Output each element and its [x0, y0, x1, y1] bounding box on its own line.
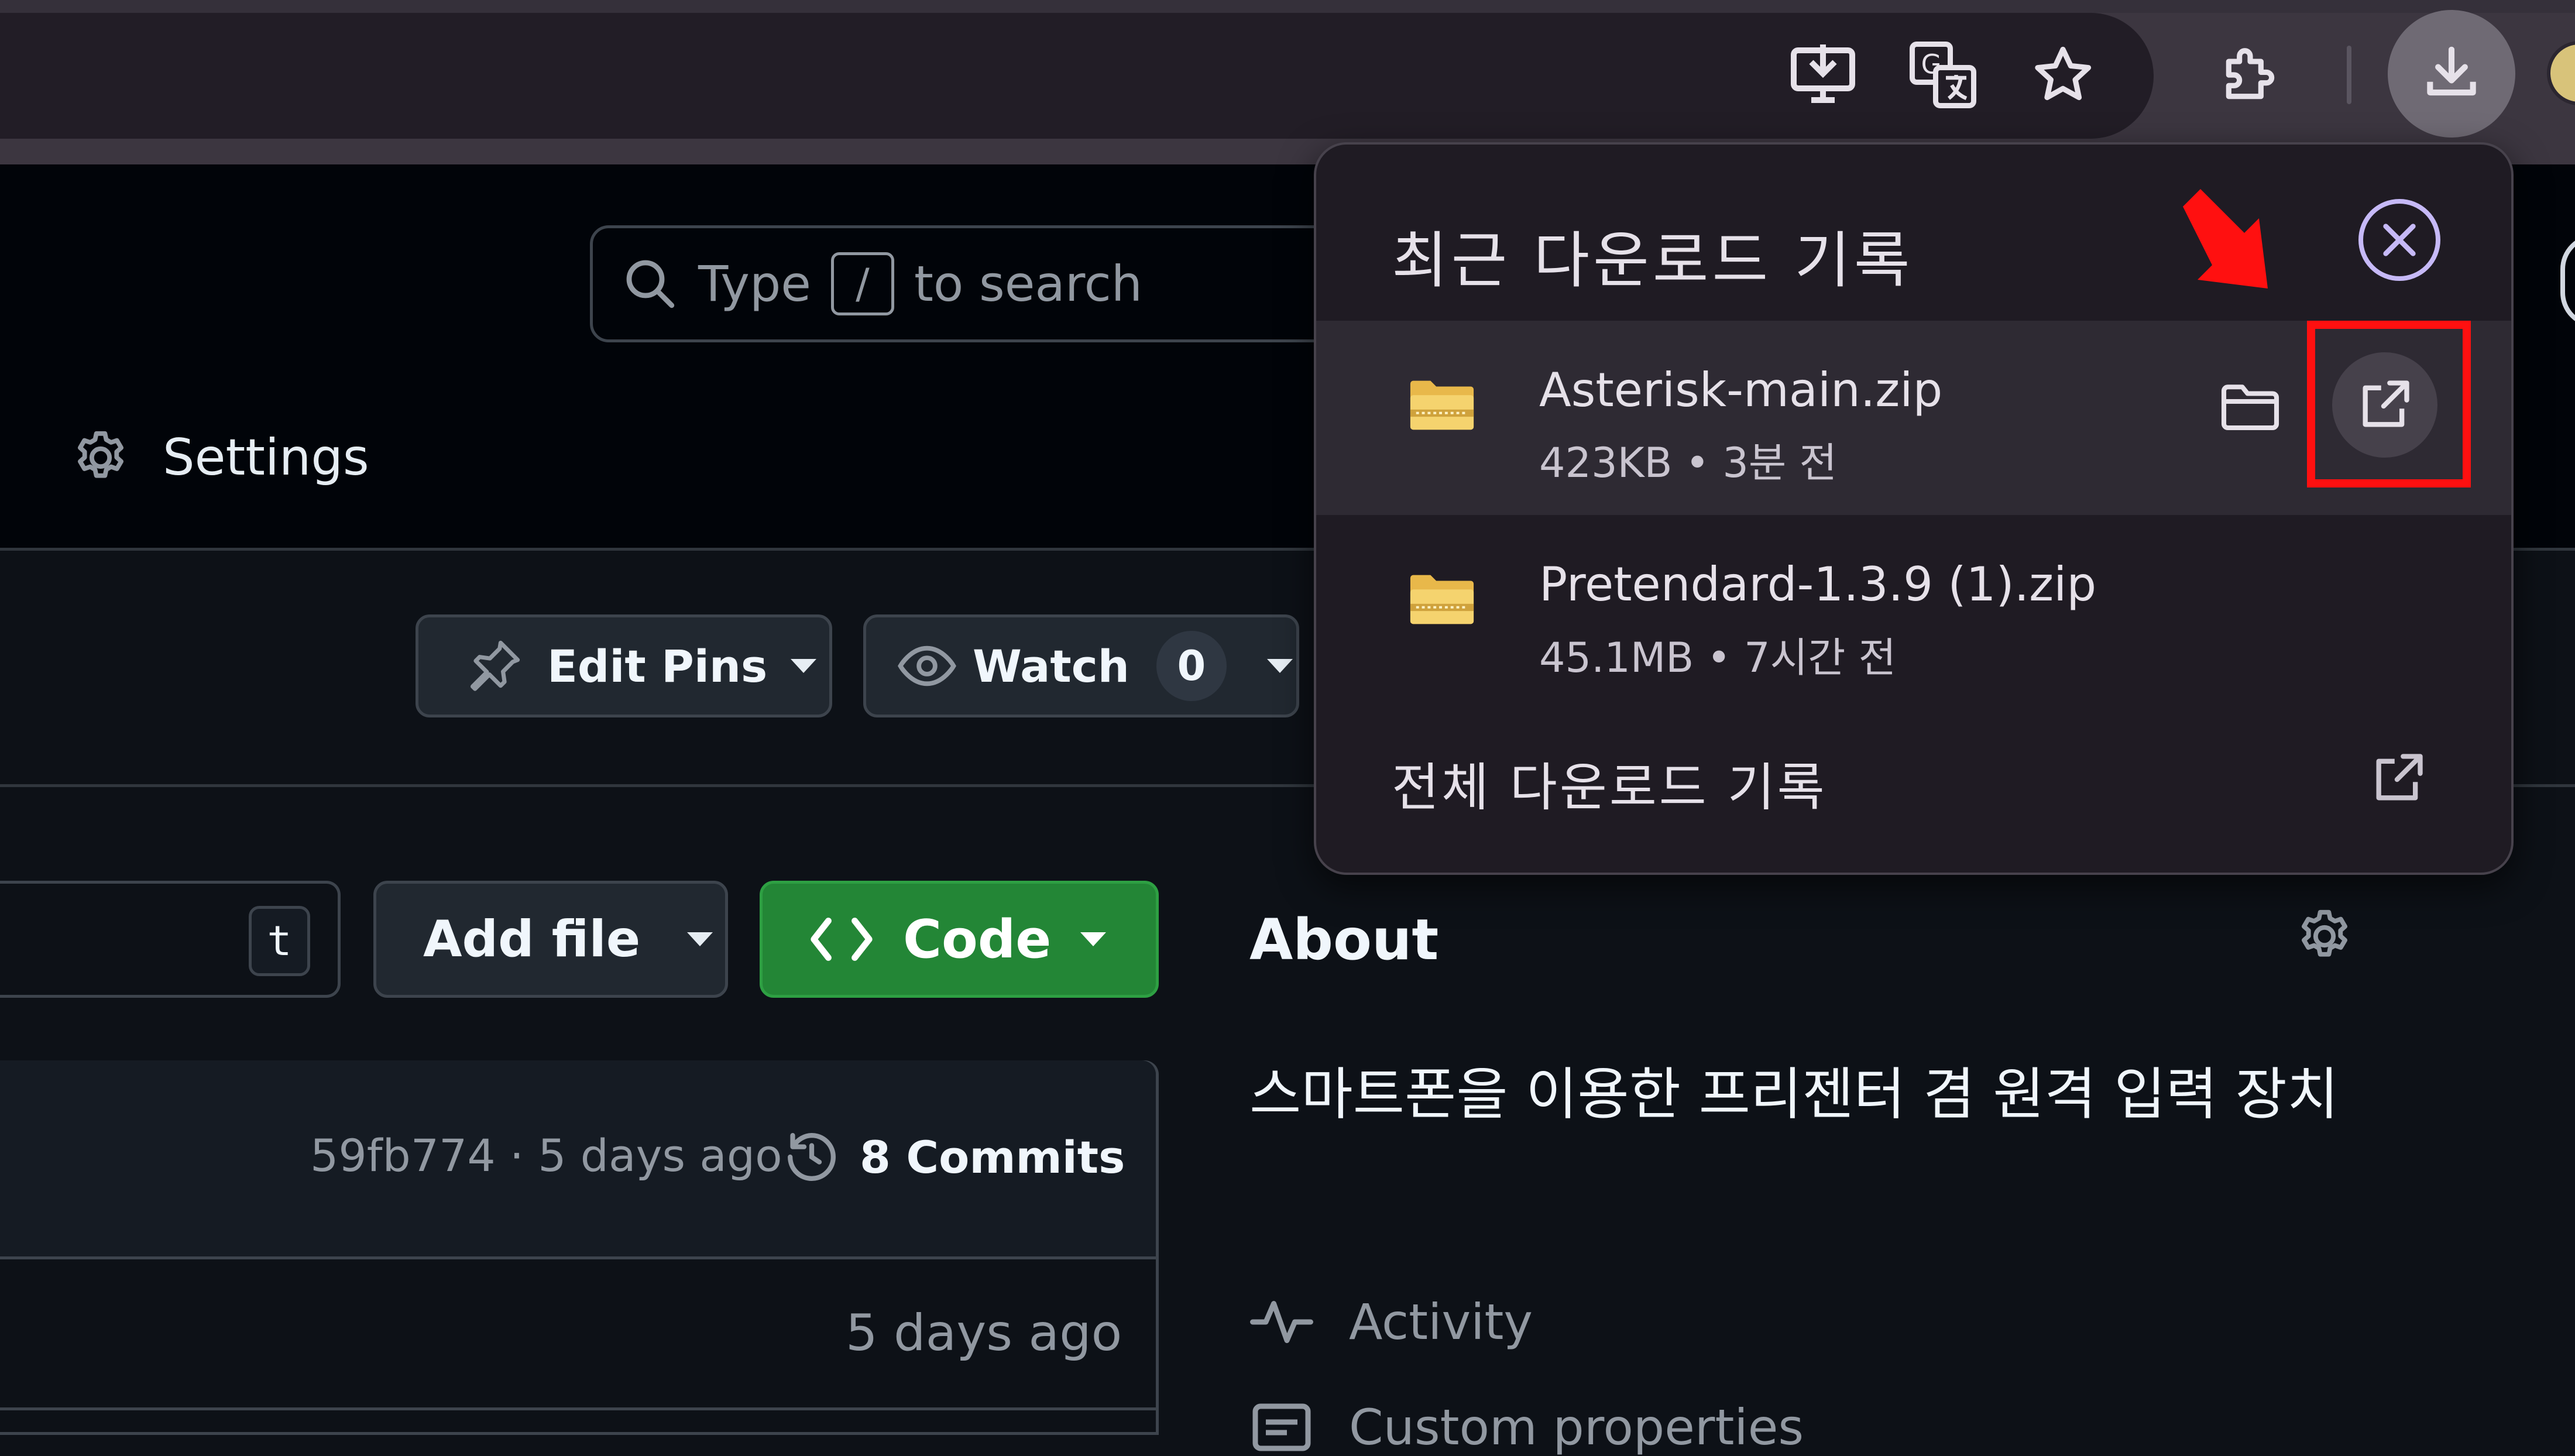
downloads-popup-title: 최근 다운로드 기록 — [1392, 225, 1914, 296]
zip-file-icon — [1407, 569, 1477, 627]
all-downloads-link[interactable]: 전체 다운로드 기록 — [1392, 746, 1827, 820]
folder-icon — [2221, 384, 2279, 431]
repo-description: 스마트폰을 이용한 프리젠터 겸 원격 입력 장치 — [1249, 1062, 2339, 1127]
gear-icon — [78, 431, 123, 478]
chevron-down-icon — [687, 932, 713, 946]
toolbar-divider — [2347, 46, 2351, 104]
custom-properties-link[interactable]: Custom properties — [1249, 1399, 1804, 1456]
download-icon — [2427, 46, 2476, 96]
search-label-before: Type — [698, 255, 811, 313]
chevron-down-icon — [791, 659, 817, 673]
show-in-folder-button[interactable] — [2218, 380, 2282, 433]
tab-settings[interactable]: Settings — [70, 427, 369, 488]
edit-pins-button[interactable]: Edit Pins — [416, 614, 832, 717]
install-app-icon[interactable] — [1782, 33, 1864, 115]
add-file-label: Add file — [423, 910, 641, 969]
edit-pins-label: Edit Pins — [547, 640, 768, 692]
code-label: Code — [903, 908, 1052, 970]
tab-strip-edge — [0, 0, 2575, 13]
highlight-box — [2307, 321, 2471, 487]
search-input[interactable]: Type / to search — [590, 225, 1351, 342]
red-arrow-icon — [2180, 186, 2285, 303]
zip-file-icon — [1407, 375, 1477, 433]
eye-icon — [898, 645, 956, 686]
history-icon — [788, 1133, 836, 1181]
custom-properties-label: Custom properties — [1349, 1399, 1804, 1456]
tab-settings-label: Settings — [163, 428, 369, 487]
note-icon — [1252, 1403, 1311, 1451]
watch-label: Watch — [973, 640, 1129, 692]
pulse-icon — [1250, 1301, 1313, 1343]
activity-label: Activity — [1349, 1293, 1533, 1351]
about-heading: About — [1249, 907, 1439, 973]
download-file-name: Asterisk-main.zip — [1539, 363, 1943, 417]
download-file-meta: 423KB • 3분 전 — [1539, 439, 1837, 487]
search-icon — [626, 260, 675, 308]
search-shortcut-key: / — [830, 252, 894, 315]
close-icon — [2383, 224, 2416, 256]
code-icon — [811, 918, 873, 961]
latest-commit-info[interactable]: 59fb774 · 5 days ago — [310, 1129, 782, 1182]
chevron-down-icon — [1080, 932, 1107, 946]
gear-icon — [2302, 909, 2347, 957]
open-external-icon[interactable] — [2369, 749, 2428, 808]
add-file-button[interactable]: Add file — [373, 881, 728, 998]
bookmark-star-icon[interactable] — [2022, 34, 2104, 116]
row-divider — [0, 1407, 1156, 1410]
watch-count: 0 — [1156, 631, 1227, 701]
pin-icon — [470, 640, 520, 691]
code-button[interactable]: Code — [760, 881, 1159, 998]
commits-label: 8 Commits — [860, 1131, 1125, 1183]
about-settings-button[interactable] — [2294, 906, 2355, 967]
watch-button[interactable]: Watch 0 — [863, 614, 1299, 717]
download-file-name[interactable]: Pretendard-1.3.9 (1).zip — [1539, 557, 2096, 612]
close-button[interactable] — [2358, 199, 2440, 281]
go-to-file-shortcut: t — [249, 906, 310, 976]
download-button[interactable] — [2388, 10, 2515, 138]
extensions-icon[interactable] — [2209, 34, 2291, 116]
chevron-down-icon[interactable] — [1266, 659, 1293, 673]
file-row-time: 5 days ago — [846, 1304, 1122, 1362]
activity-link[interactable]: Activity — [1249, 1293, 1533, 1351]
search-label-after: to search — [914, 255, 1142, 313]
download-file-meta: 45.1MB • 7시간 전 — [1539, 634, 1897, 682]
translate-icon[interactable]: G — [1902, 34, 1984, 116]
commits-link[interactable]: 8 Commits — [781, 1127, 1125, 1187]
